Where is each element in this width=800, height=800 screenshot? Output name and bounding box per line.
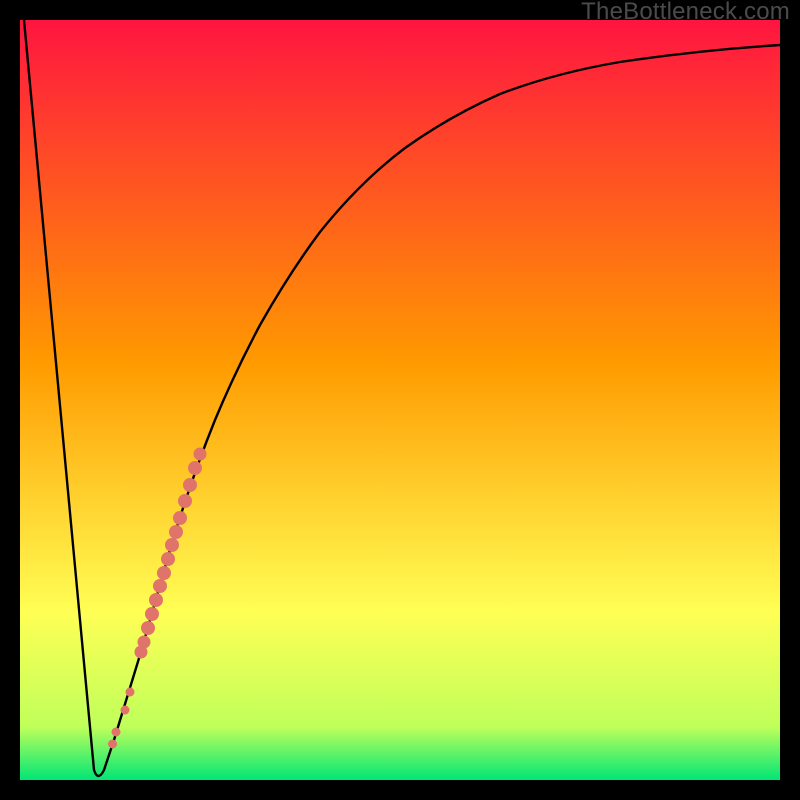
scatter-point bbox=[138, 636, 151, 649]
chart-svg bbox=[20, 20, 780, 780]
scatter-point bbox=[173, 511, 187, 525]
scatter-point bbox=[169, 525, 183, 539]
chart-stage: TheBottleneck.com bbox=[0, 0, 800, 800]
scatter-point bbox=[161, 552, 175, 566]
plot-area bbox=[20, 20, 780, 780]
scatter-point bbox=[188, 461, 202, 475]
scatter-point bbox=[126, 688, 135, 697]
scatter-point bbox=[153, 579, 167, 593]
scatter-point bbox=[141, 621, 155, 635]
scatter-point bbox=[108, 740, 117, 749]
scatter-point bbox=[194, 448, 207, 461]
scatter-point bbox=[157, 566, 171, 580]
scatter-point bbox=[178, 494, 192, 508]
scatter-point bbox=[121, 706, 130, 715]
scatter-point bbox=[165, 538, 179, 552]
plot-background bbox=[20, 20, 780, 780]
scatter-point bbox=[145, 607, 159, 621]
scatter-point bbox=[112, 728, 121, 737]
scatter-point bbox=[149, 593, 163, 607]
scatter-point bbox=[183, 478, 197, 492]
